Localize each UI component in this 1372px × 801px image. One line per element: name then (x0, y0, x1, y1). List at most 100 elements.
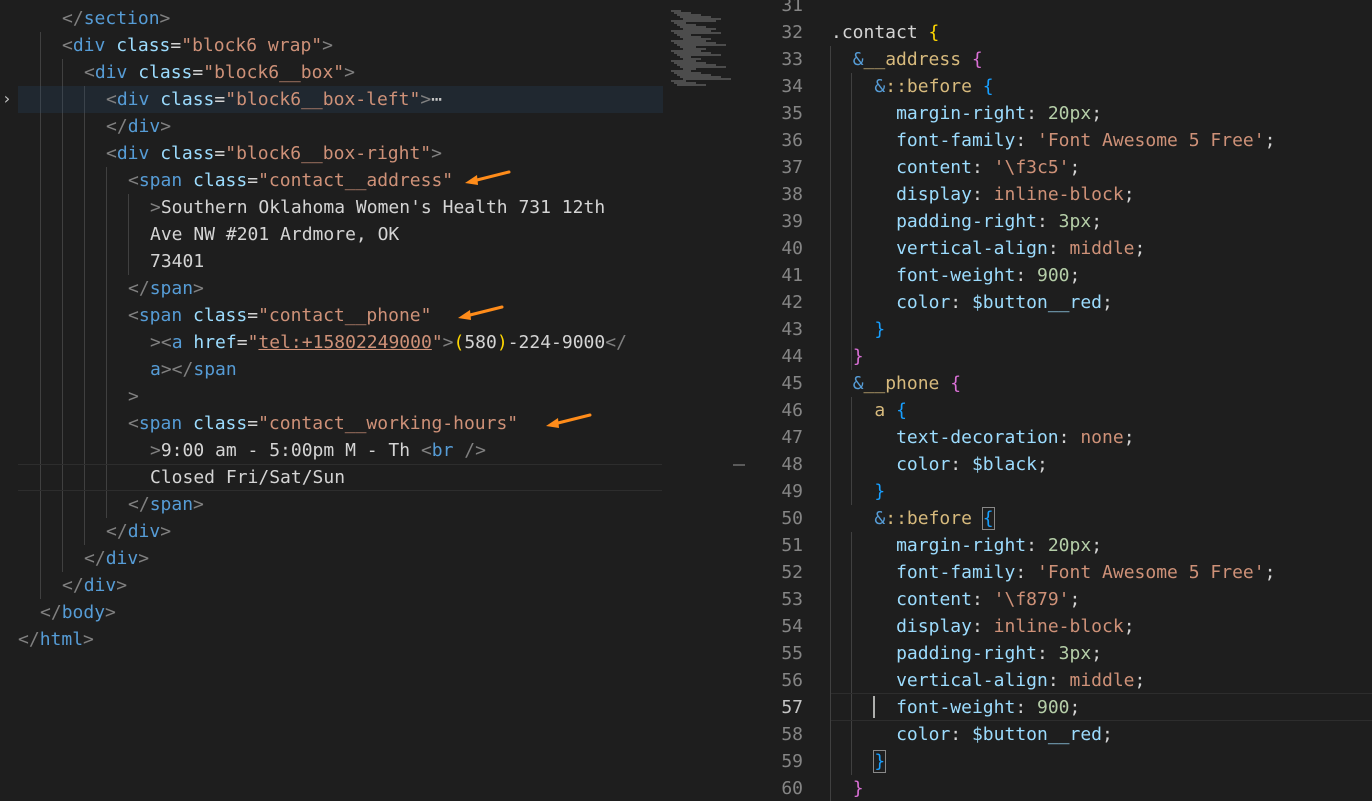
code-token: > (442, 332, 454, 353)
code-token: 73401 (150, 251, 205, 272)
line-number: 33 (781, 49, 803, 70)
code-token: class (193, 305, 248, 326)
code-line[interactable]: a></span (0, 356, 663, 383)
code-line-text: content: '\f879'; (896, 586, 1080, 613)
code-line[interactable]: 45 &__phone { (745, 370, 1372, 397)
code-line[interactable]: >Southern Oklahoma Women's Health 731 12… (0, 194, 663, 221)
code-line-text: } (853, 343, 864, 370)
code-line[interactable]: </span> (0, 491, 663, 518)
code-token: class (193, 413, 248, 434)
code-line-text: display: inline-block; (896, 613, 1134, 640)
code-token: " (431, 332, 443, 353)
code-line[interactable]: </section> (0, 5, 663, 32)
code-line[interactable]: <div class="block6__box-left">⋯ (18, 86, 663, 113)
code-line[interactable]: ><a href="tel:+15802249000">(580)-224-90… (0, 329, 663, 356)
code-line[interactable]: <span class="contact__phone" (0, 302, 663, 329)
code-line[interactable]: 39 padding-right: 3px; (745, 208, 1372, 235)
code-line-text: display: inline-block; (896, 181, 1134, 208)
code-line[interactable]: 56 vertical-align: middle; (745, 667, 1372, 694)
code-line[interactable]: 42 color: $button__red; (745, 289, 1372, 316)
code-line-text: font-weight: 900; (896, 694, 1080, 721)
code-line[interactable]: 47 text-decoration: none; (745, 424, 1372, 451)
code-line[interactable]: 60} (745, 775, 1372, 801)
code-line[interactable]: 48 color: $black; (745, 451, 1372, 478)
code-line[interactable]: 57 font-weight: 900; (745, 694, 1372, 721)
code-line[interactable]: 46 a { (745, 397, 1372, 424)
code-token: < (128, 413, 139, 434)
code-line[interactable]: <div class="block6__box"> (0, 59, 663, 86)
code-token: div (116, 89, 161, 110)
code-line[interactable]: </html> (0, 626, 663, 653)
code-token: "block6__box-left" (225, 89, 421, 110)
minimap[interactable] (663, 0, 731, 801)
code-line[interactable]: </span> (0, 275, 663, 302)
code-line[interactable]: 33 &__address { (745, 46, 1372, 73)
code-token: { (981, 507, 995, 530)
code-line[interactable]: 49} (745, 478, 1372, 505)
annotation-arrow-icon (458, 305, 504, 320)
code-line[interactable]: </div> (0, 518, 663, 545)
code-line[interactable]: </body> (0, 599, 663, 626)
code-line[interactable]: 34 &::before { (745, 73, 1372, 100)
code-line[interactable]: 44} (745, 343, 1372, 370)
code-token: : (1026, 535, 1048, 556)
code-line[interactable]: 32 .contact { (745, 19, 1372, 46)
sash-handle[interactable] (733, 464, 745, 466)
code-line[interactable]: 58 color: $button__red; (745, 721, 1372, 748)
code-line[interactable]: <span class="contact__address" (0, 167, 663, 194)
code-line[interactable]: Ave NW #201 Ardmore, OK (0, 221, 663, 248)
code-token: > (150, 440, 161, 461)
code-line[interactable]: 53 content: '\f879'; (745, 586, 1372, 613)
html-editor-pane[interactable]: </section> <div class="block6 wrap"> <div … (0, 0, 663, 801)
code-line[interactable]: 31 (745, 0, 1372, 19)
code-line[interactable]: 35 margin-right: 20px; (745, 100, 1372, 127)
code-token: : (971, 184, 994, 205)
minimap-line (683, 78, 731, 80)
code-line[interactable]: 37 content: '\f3c5'; (745, 154, 1372, 181)
code-line[interactable]: 52 font-family: 'Font Awesome 5 Free'; (745, 559, 1372, 586)
scss-editor-pane[interactable]: 31 32 .contact {33 &__address {34 &::before … (745, 0, 1372, 801)
code-token: margin-right (896, 535, 1027, 556)
code-token: '\f3c5' (993, 157, 1070, 178)
annotation-arrow-icon (546, 413, 592, 428)
code-line[interactable]: </div> (0, 572, 663, 599)
code-token: > (159, 8, 171, 29)
code-line[interactable]: </div> (0, 545, 663, 572)
code-token: 900 (1037, 697, 1070, 718)
code-line-text: </div> (106, 518, 171, 545)
code-line[interactable]: 40 vertical-align: middle; (745, 235, 1372, 262)
code-token: </ (18, 629, 40, 650)
code-token: = (247, 413, 259, 434)
line-number: 49 (781, 481, 803, 502)
code-token: class (193, 170, 248, 191)
code-line[interactable]: </div> (0, 113, 663, 140)
code-line[interactable]: >9:00 am - 5:00pm M - Th <br /> (0, 437, 663, 464)
code-line-text: padding-right: 3px; (896, 208, 1102, 235)
code-line[interactable]: 73401 (0, 248, 663, 275)
code-token: ; (1264, 562, 1276, 583)
editor-split-sash[interactable] (731, 0, 745, 801)
code-token: = (170, 35, 182, 56)
code-line[interactable]: > (0, 383, 663, 410)
code-line[interactable]: 55 padding-right: 3px; (745, 640, 1372, 667)
code-line[interactable]: 54 display: inline-block; (745, 613, 1372, 640)
code-token: ; (1091, 211, 1103, 232)
code-line-text: margin-right: 20px; (896, 100, 1102, 127)
code-token: ; (1123, 184, 1135, 205)
code-line[interactable]: 59} (745, 748, 1372, 775)
code-line[interactable]: Closed Fri/Sat/Sun (0, 464, 663, 491)
code-token: } (874, 319, 886, 340)
code-token: : (950, 454, 972, 475)
code-line[interactable]: <div class="block6__box-right"> (0, 140, 663, 167)
code-token: > (420, 89, 432, 110)
code-line[interactable]: 50 &::before { (745, 505, 1372, 532)
code-line-text: <div class="block6__box-right"> (106, 140, 442, 167)
code-line[interactable]: <div class="block6 wrap"> (0, 32, 663, 59)
code-line[interactable]: 43} (745, 316, 1372, 343)
code-line[interactable]: 36 font-family: 'Font Awesome 5 Free'; (745, 127, 1372, 154)
code-token: > (160, 116, 172, 137)
code-line[interactable]: 38 display: inline-block; (745, 181, 1372, 208)
fold-chevron-icon[interactable]: › (2, 89, 12, 108)
code-line[interactable]: 51 margin-right: 20px; (745, 532, 1372, 559)
code-line[interactable]: 41 font-weight: 900; (745, 262, 1372, 289)
